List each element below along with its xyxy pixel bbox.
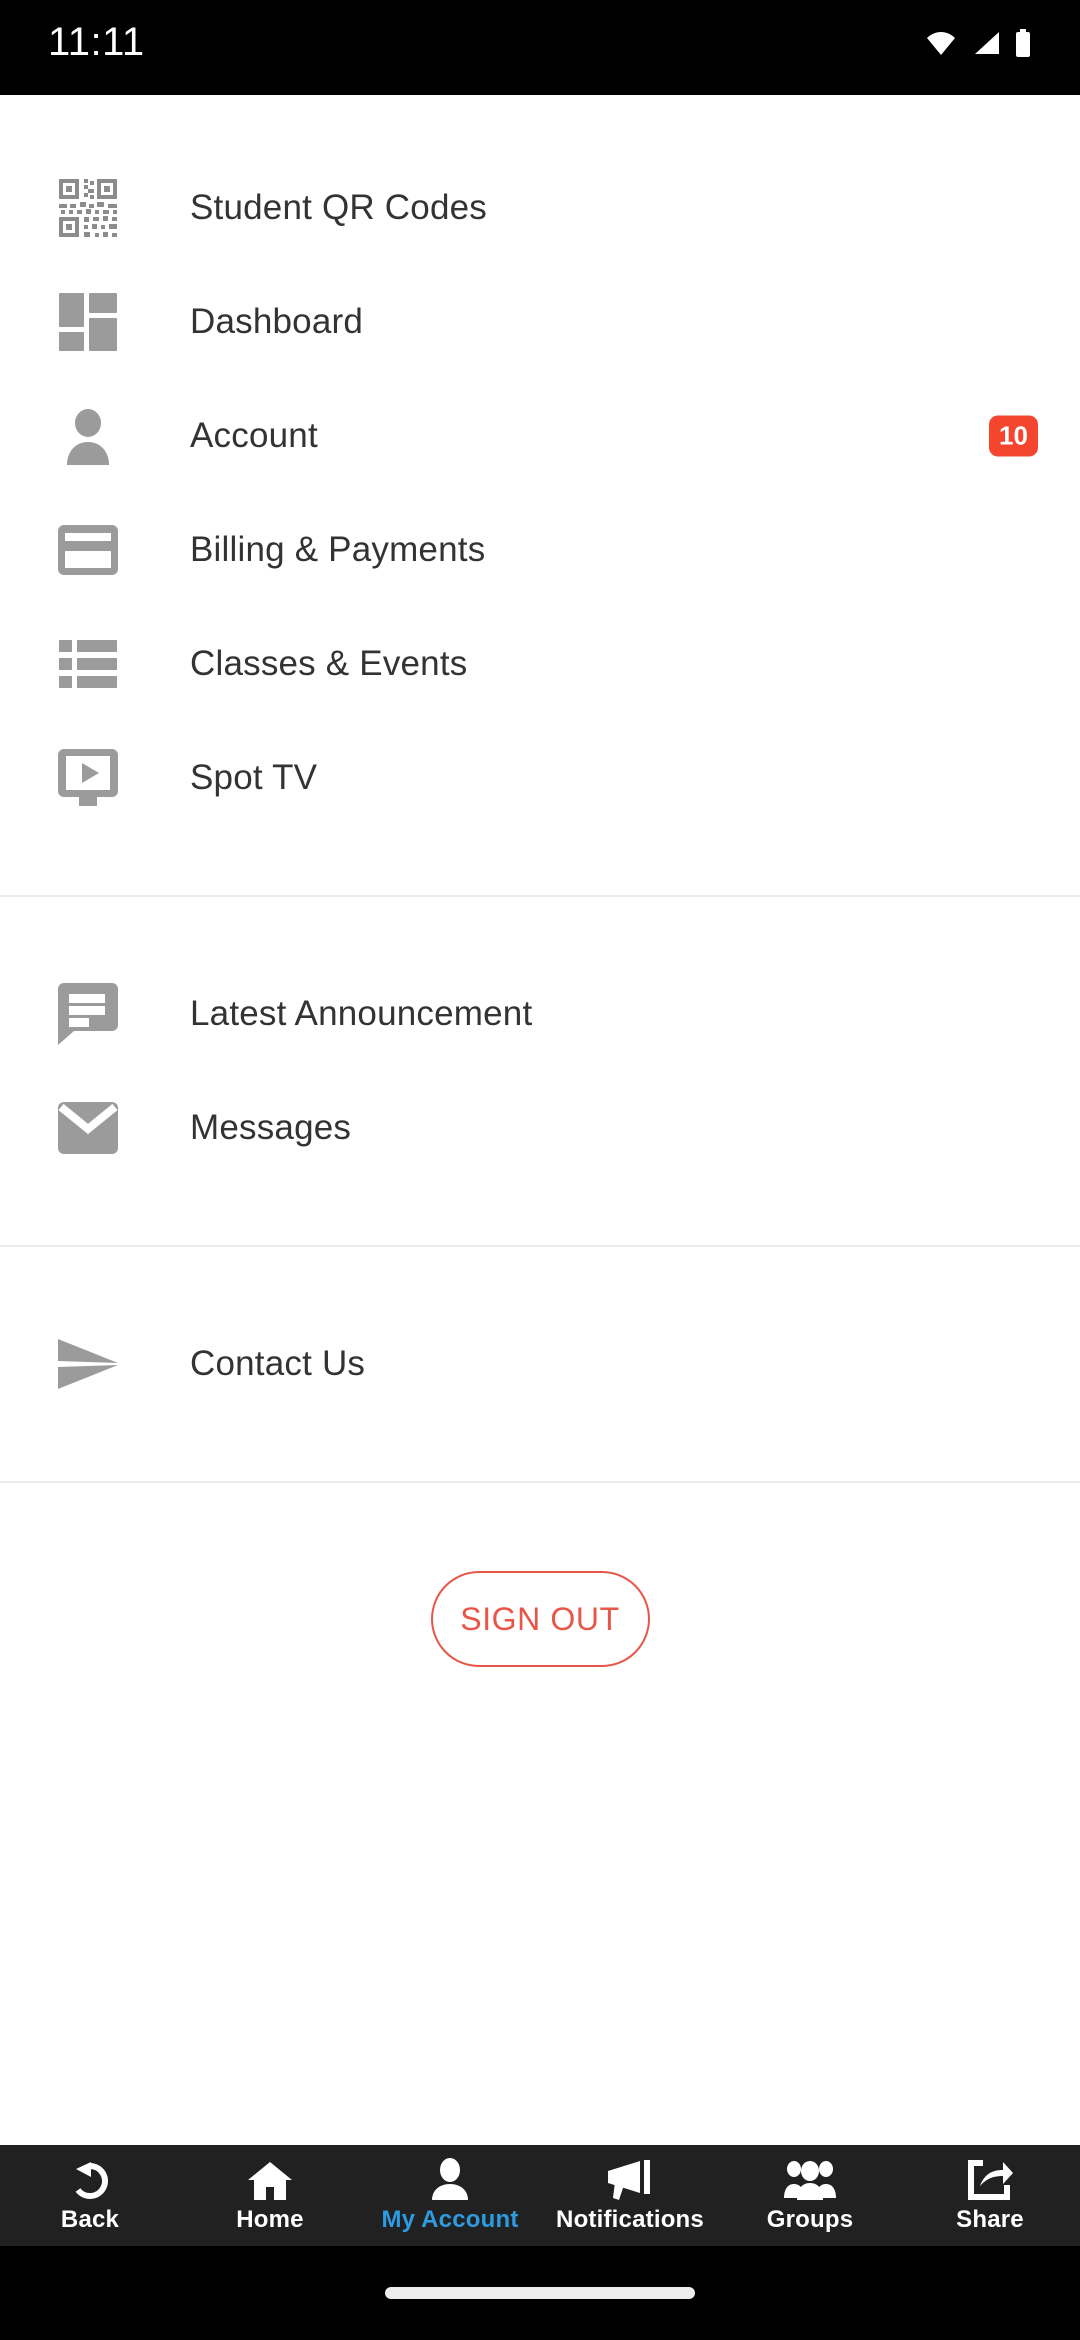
nav-item-back[interactable]: Back: [0, 2145, 180, 2246]
battery-icon: [1016, 28, 1030, 57]
sign-out-button[interactable]: SIGN OUT: [430, 1571, 650, 1667]
home-icon: [248, 2158, 292, 2200]
back-arrow-icon: [69, 2158, 111, 2200]
wifi-icon: [927, 31, 955, 55]
nav-item-notifications[interactable]: Notifications: [540, 2145, 720, 2246]
nav-item-label: Back: [60, 2205, 120, 2233]
menu-item-label: Account: [190, 416, 318, 455]
monitor-play-icon: [56, 746, 120, 810]
people-group-icon: [784, 2158, 836, 2200]
account-menu: Student QR Codes Dashboard Account 10 Bi…: [0, 95, 1080, 2145]
menu-item-label: Spot TV: [190, 758, 318, 797]
status-bar-icons: [924, 28, 1032, 57]
nav-item-label: Home: [236, 2205, 304, 2233]
status-bar: 11:11: [0, 0, 1080, 95]
envelope-icon: [56, 1096, 120, 1160]
person-icon: [430, 2157, 470, 2200]
nav-item-label: My Account: [381, 2205, 519, 2233]
menu-item-label: Contact Us: [190, 1344, 366, 1383]
dashboard-grid-icon: [56, 290, 120, 354]
menu-item-messages[interactable]: Messages: [0, 1071, 1080, 1185]
menu-item-label: Classes & Events: [190, 644, 468, 683]
share-export-icon: [967, 2158, 1013, 2200]
nav-item-groups[interactable]: Groups: [720, 2145, 900, 2246]
paper-plane-icon: [56, 1332, 120, 1396]
nav-item-label: Groups: [766, 2205, 854, 2233]
menu-item-contact-us[interactable]: Contact Us: [0, 1307, 1080, 1421]
nav-item-my-account[interactable]: My Account: [360, 2145, 540, 2246]
qr-code-icon: [56, 176, 120, 240]
sign-out-container: SIGN OUT: [0, 1571, 1080, 1667]
app-screen: 11:11 Student QR Codes Dashboard Account…: [0, 0, 1080, 2340]
menu-item-label: Billing & Payments: [190, 530, 486, 569]
section-divider: [0, 1481, 1080, 1483]
menu-item-student-qr-codes[interactable]: Student QR Codes: [0, 151, 1080, 265]
menu-item-classes-events[interactable]: Classes & Events: [0, 607, 1080, 721]
menu-item-dashboard[interactable]: Dashboard: [0, 265, 1080, 379]
nav-item-home[interactable]: Home: [180, 2145, 360, 2246]
menu-item-label: Student QR Codes: [190, 188, 487, 227]
speech-bubble-icon: [56, 982, 120, 1046]
menu-item-latest-announcement[interactable]: Latest Announcement: [0, 957, 1080, 1071]
gesture-navigation-bar: [0, 2246, 1080, 2340]
nav-item-label: Share: [956, 2205, 1024, 2233]
menu-item-account[interactable]: Account 10: [0, 379, 1080, 493]
person-icon: [56, 404, 120, 468]
status-bar-clock: 11:11: [48, 20, 145, 64]
megaphone-icon: [606, 2158, 654, 2200]
nav-item-label: Notifications: [556, 2205, 704, 2233]
menu-item-label: Latest Announcement: [190, 994, 533, 1033]
nav-item-share[interactable]: Share: [900, 2145, 1080, 2246]
status-badge: 10: [989, 415, 1038, 457]
menu-top-spacer: [0, 95, 1080, 151]
list-icon: [56, 632, 120, 696]
bottom-navigation-bar: Back Home My Account Notifications Group…: [0, 2145, 1080, 2246]
menu-item-label: Dashboard: [190, 302, 364, 341]
menu-item-spot-tv[interactable]: Spot TV: [0, 721, 1080, 835]
credit-card-icon: [56, 518, 120, 582]
menu-item-label: Messages: [190, 1108, 352, 1147]
home-indicator[interactable]: [385, 2287, 695, 2299]
cellular-signal-icon: [975, 31, 999, 54]
menu-item-billing-payments[interactable]: Billing & Payments: [0, 493, 1080, 607]
